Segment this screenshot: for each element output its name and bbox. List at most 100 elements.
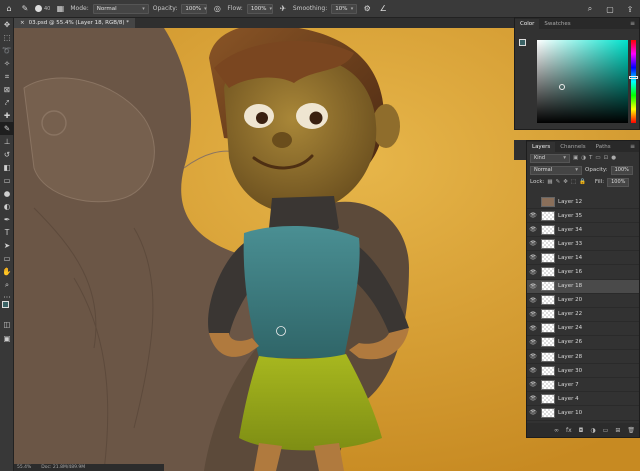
layer-name[interactable]: Layer 26 xyxy=(558,339,582,345)
layer-name[interactable]: Layer 10 xyxy=(558,410,582,416)
layer-row[interactable]: 👁 Layer 28 xyxy=(527,350,639,365)
gradient-tool-icon[interactable]: ▭ xyxy=(0,174,14,187)
layer-style-icon[interactable]: fx xyxy=(566,427,572,434)
hand-tool-icon[interactable]: ✋ xyxy=(0,265,14,278)
color-picker-ring[interactable] xyxy=(559,84,565,90)
lock-image-icon[interactable]: ✎ xyxy=(556,179,561,185)
add-mask-icon[interactable]: ◘ xyxy=(579,427,584,434)
visibility-eye-icon[interactable]: 👁 xyxy=(527,367,539,374)
filter-adjust-icon[interactable]: ◑ xyxy=(581,155,586,161)
mode-select[interactable]: Normal ▾ xyxy=(92,3,149,14)
layer-name[interactable]: Layer 12 xyxy=(558,199,582,205)
layer-row[interactable]: 👁 Layer 4 xyxy=(527,392,639,407)
visibility-eye-icon[interactable]: 👁 xyxy=(527,297,539,304)
layer-thumbnail[interactable] xyxy=(541,224,555,235)
visibility-eye-icon[interactable]: 👁 xyxy=(527,339,539,346)
kind-filter-select[interactable]: Kind ▾ xyxy=(530,153,570,163)
layer-row[interactable]: 👁 Layer 16 xyxy=(527,265,639,280)
document-tab[interactable]: × 03.psd @ 55.4% (Layer 18, RGB/8) * xyxy=(14,18,135,28)
layer-row[interactable]: 👁 Layer 35 xyxy=(527,209,639,224)
layer-name[interactable]: Layer 16 xyxy=(558,269,582,275)
layer-thumbnail[interactable] xyxy=(541,210,555,221)
layer-row[interactable]: 👁 Layer 30 xyxy=(527,364,639,379)
home-icon[interactable]: ⌂ xyxy=(3,3,15,15)
foreground-color-chip[interactable] xyxy=(519,39,526,46)
zoom-readout[interactable]: 55.4% xyxy=(17,465,31,470)
layer-name[interactable]: Layer 7 xyxy=(558,382,579,388)
layer-row[interactable]: 👁 Layer 26 xyxy=(527,336,639,351)
delete-layer-icon[interactable]: 🗑 xyxy=(627,427,635,434)
crop-tool-icon[interactable]: ⌗ xyxy=(0,70,14,83)
rectangle-tool-icon[interactable]: ▭ xyxy=(0,252,14,265)
layer-thumbnail[interactable] xyxy=(541,393,555,404)
eyedropper-tool-icon[interactable]: ⤤ xyxy=(0,96,14,109)
opacity-field[interactable]: 100% ▾ xyxy=(181,3,208,14)
layer-name[interactable]: Layer 35 xyxy=(558,213,582,219)
history-brush-tool-icon[interactable]: ↺ xyxy=(0,148,14,161)
layer-row[interactable]: 👁 Layer 18 xyxy=(527,279,639,294)
layer-thumbnail[interactable] xyxy=(541,379,555,390)
panel-menu-icon[interactable]: ≡ xyxy=(630,143,639,150)
visibility-eye-icon[interactable]: 👁 xyxy=(527,311,539,318)
brush-preset-picker[interactable]: 40 xyxy=(35,5,50,12)
eraser-tool-icon[interactable]: ◧ xyxy=(0,161,14,174)
quick-select-tool-icon[interactable]: ✧ xyxy=(0,57,14,70)
foreground-color-swatch[interactable] xyxy=(2,301,9,308)
layer-thumbnail[interactable] xyxy=(541,267,555,278)
layer-name[interactable]: Layer 33 xyxy=(558,241,582,247)
clone-stamp-tool-icon[interactable]: ⊥ xyxy=(0,135,14,148)
visibility-eye-icon[interactable]: 👁 xyxy=(527,254,539,261)
layer-thumbnail[interactable] xyxy=(541,196,555,207)
pen-tool-icon[interactable]: ✒ xyxy=(0,213,14,226)
layer-thumbnail[interactable] xyxy=(541,238,555,249)
layer-row[interactable]: 👁 Layer 33 xyxy=(527,237,639,252)
lock-artboard-icon[interactable]: ⬚ xyxy=(571,179,576,185)
layer-thumbnail[interactable] xyxy=(541,295,555,306)
layer-thumbnail[interactable] xyxy=(541,281,555,292)
adjustment-layer-icon[interactable]: ◑ xyxy=(590,427,595,434)
flow-field[interactable]: 100% ▾ xyxy=(246,3,273,14)
layer-row[interactable]: 👁 Layer 7 xyxy=(527,378,639,393)
visibility-eye-icon[interactable]: 👁 xyxy=(527,269,539,276)
layer-row[interactable]: 👁 Layer 34 xyxy=(527,223,639,238)
blur-tool-icon[interactable]: ● xyxy=(0,187,14,200)
new-layer-icon[interactable]: ⊞ xyxy=(615,427,620,434)
layer-row[interactable]: 👁 Layer 24 xyxy=(527,322,639,336)
brush-angle-icon[interactable]: ∠ xyxy=(377,3,389,15)
dodge-tool-icon[interactable]: ◐ xyxy=(0,200,14,213)
layer-row[interactable]: 👁 Layer 22 xyxy=(527,308,639,322)
tab-paths[interactable]: Paths xyxy=(591,142,616,152)
screen-mode-icon[interactable]: ▣ xyxy=(0,332,14,345)
color-field[interactable] xyxy=(537,40,628,123)
layer-name[interactable]: Layer 28 xyxy=(558,354,582,360)
pressure-opacity-icon[interactable]: ◎ xyxy=(211,3,223,15)
layer-thumbnail[interactable] xyxy=(541,323,555,334)
visibility-eye-icon[interactable]: 👁 xyxy=(527,325,539,332)
blend-mode-select[interactable]: Normal ▾ xyxy=(530,165,582,175)
marquee-tool-icon[interactable]: ⬚ xyxy=(0,31,14,44)
layer-thumbnail[interactable] xyxy=(541,309,555,320)
link-layers-icon[interactable]: ∞ xyxy=(554,427,559,434)
healing-brush-tool-icon[interactable]: ✚ xyxy=(0,109,14,122)
new-group-icon[interactable]: ▭ xyxy=(603,427,609,434)
airbrush-icon[interactable]: ✈ xyxy=(277,3,289,15)
layer-name[interactable]: Layer 30 xyxy=(558,368,582,374)
filter-shape-icon[interactable]: ▭ xyxy=(595,155,600,161)
visibility-eye-icon[interactable]: 👁 xyxy=(527,381,539,388)
layer-name[interactable]: Layer 18 xyxy=(558,283,582,289)
smoothing-field[interactable]: 10% ▾ xyxy=(331,3,358,14)
layer-thumbnail[interactable] xyxy=(541,351,555,362)
type-tool-icon[interactable]: T xyxy=(0,226,14,239)
workspace-icon[interactable]: ▢ xyxy=(604,3,616,15)
layer-name[interactable]: Layer 24 xyxy=(558,325,582,331)
tab-close-icon[interactable]: × xyxy=(20,20,25,26)
brush-tool-icon[interactable]: ✎ xyxy=(0,122,14,135)
lock-all-icon[interactable]: 🔒 xyxy=(579,179,586,185)
tab-color[interactable]: Color xyxy=(515,19,540,29)
visibility-eye-icon[interactable]: 👁 xyxy=(527,395,539,402)
layer-thumbnail[interactable] xyxy=(541,252,555,263)
visibility-eye-icon[interactable]: 👁 xyxy=(527,283,539,290)
lasso-tool-icon[interactable]: ➰ xyxy=(0,44,14,57)
fill-field[interactable]: 100% xyxy=(607,177,630,187)
filter-toggle-icon[interactable]: ● xyxy=(611,155,616,161)
